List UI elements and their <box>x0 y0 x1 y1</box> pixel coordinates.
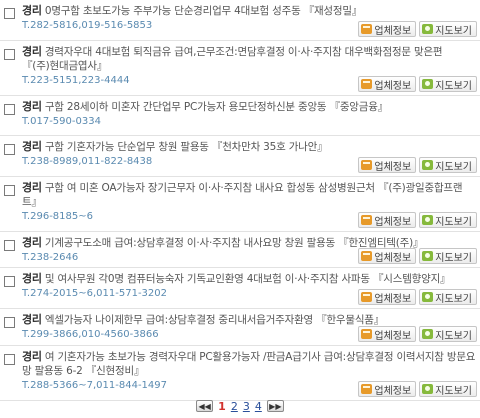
prev-page-button[interactable]: ◀◀ <box>196 400 214 412</box>
listing-list: 경리 0명구함 초보도가능 주부가능 단순경리업무 4대보험 성주동 『재성정밀』… <box>0 0 480 401</box>
company-info-icon <box>361 160 373 170</box>
map-view-button[interactable]: 지도보기 <box>419 76 477 92</box>
select-checkbox[interactable] <box>4 185 15 196</box>
listing-actions: 업체정보 지도보기 <box>358 212 477 228</box>
map-view-button[interactable]: 지도보기 <box>419 21 477 37</box>
listing-category: 경리 <box>22 181 42 194</box>
map-view-button[interactable]: 지도보기 <box>419 326 477 342</box>
select-checkbox[interactable] <box>4 317 15 328</box>
map-icon <box>422 329 434 339</box>
map-icon <box>422 160 434 170</box>
listing-category: 경리 <box>22 272 42 285</box>
company-info-icon <box>361 251 373 261</box>
listing-actions: 업체정보 지도보기 <box>358 326 477 342</box>
list-item: 경리 여 기혼자가능 초보가능 경력자우대 PC활용가능자 /판금A급기사 급여:… <box>0 346 480 401</box>
listing-category: 경리 <box>22 313 42 326</box>
map-icon <box>422 79 434 89</box>
select-checkbox[interactable] <box>4 276 15 287</box>
page-link[interactable]: 4 <box>255 400 262 413</box>
listing-category: 경리 <box>22 236 42 249</box>
listing-category: 경리 <box>22 4 42 17</box>
listing-text: 경리 및 여사무원 각0명 컴퓨터능숙자 기독교인환영 4대보험 이·사·주지참 … <box>22 272 451 285</box>
listing-text: 경리 구함 28세이하 미혼자 간단업무 PC가능자 용모단정하신분 중앙동 『중… <box>22 100 388 113</box>
list-item: 경리 엑셀가능자 나이제한무 급여:상담후결정 중리내서읍거주자환영 『한우물식품… <box>0 309 480 346</box>
listing-text: 경리 0명구함 초보도가능 주부가능 단순경리업무 4대보험 성주동 『재성정밀』 <box>22 4 363 17</box>
listing-category: 경리 <box>22 140 42 153</box>
listing-actions: 업체정보 지도보기 <box>358 289 477 305</box>
company-info-icon <box>361 329 373 339</box>
select-checkbox[interactable] <box>4 49 15 60</box>
listing-actions: 업체정보 지도보기 <box>358 381 477 397</box>
listing-text: 경리 구함 기혼자가능 단순업무 창원 팔용동 『천차만차 35호 가나안』 <box>22 140 328 153</box>
map-icon <box>422 384 434 394</box>
map-view-button[interactable]: 지도보기 <box>419 248 477 264</box>
map-icon <box>422 292 434 302</box>
page-link[interactable]: 2 <box>231 400 238 413</box>
list-item: 경리 및 여사무원 각0명 컴퓨터능숙자 기독교인환영 4대보험 이·사·주지참 … <box>0 268 480 309</box>
listing-actions: 업체정보 지도보기 <box>358 248 477 264</box>
map-view-button[interactable]: 지도보기 <box>419 212 477 228</box>
list-item: 경리 기계공구도소매 급여:상담후결정 이·사·주지참 내사요망 창원 팔용동 『… <box>0 232 480 268</box>
map-icon <box>422 215 434 225</box>
company-info-button[interactable]: 업체정보 <box>358 326 417 342</box>
listing-actions: 업체정보 지도보기 <box>358 21 477 37</box>
listing-text: 경리 여 기혼자가능 초보가능 경력자우대 PC활용가능자 /판금A급기사 급여:… <box>22 350 476 377</box>
list-item: 경리 구함 28세이하 미혼자 간단업무 PC가능자 용모단정하신분 중앙동 『중… <box>0 96 480 136</box>
company-info-button[interactable]: 업체정보 <box>358 212 417 228</box>
company-info-button[interactable]: 업체정보 <box>358 381 417 397</box>
map-icon <box>422 251 434 261</box>
map-view-button[interactable]: 지도보기 <box>419 289 477 305</box>
company-info-icon <box>361 24 373 34</box>
listing-text: 경리 구함 여 미혼 OA가능자 장기근무자 이·사·주지참 내사요 합성동 삼성… <box>22 181 463 208</box>
company-info-button[interactable]: 업체정보 <box>358 248 417 264</box>
listing-category: 경리 <box>22 45 42 58</box>
select-checkbox[interactable] <box>4 104 15 115</box>
page-link-current[interactable]: 1 <box>218 400 226 413</box>
map-icon <box>422 24 434 34</box>
list-item: 경리 구함 기혼자가능 단순업무 창원 팔용동 『천차만차 35호 가나안』 T.… <box>0 136 480 177</box>
company-info-button[interactable]: 업체정보 <box>358 157 417 173</box>
company-info-button[interactable]: 업체정보 <box>358 289 417 305</box>
company-info-button[interactable]: 업체정보 <box>358 76 417 92</box>
company-info-icon <box>361 79 373 89</box>
listing-actions: 업체정보 지도보기 <box>358 157 477 173</box>
list-item: 경리 경력자우대 4대보험 퇴직금유 급여,근무조건:면담후결정 이·사·주지참 … <box>0 41 480 96</box>
list-item: 경리 구함 여 미혼 OA가능자 장기근무자 이·사·주지참 내사요 합성동 삼성… <box>0 177 480 232</box>
listing-category: 경리 <box>22 350 42 363</box>
select-checkbox[interactable] <box>4 354 15 365</box>
select-checkbox[interactable] <box>4 8 15 19</box>
company-info-icon <box>361 384 373 394</box>
map-view-button[interactable]: 지도보기 <box>419 157 477 173</box>
next-page-button[interactable]: ▶▶ <box>266 400 284 412</box>
listing-text: 경리 경력자우대 4대보험 퇴직금유 급여,근무조건:면담후결정 이·사·주지참 … <box>22 45 443 72</box>
company-info-icon <box>361 215 373 225</box>
listing-phone: T.017-590-0334 <box>22 116 101 127</box>
listing-actions: 업체정보 지도보기 <box>358 76 477 92</box>
listing-category: 경리 <box>22 100 42 113</box>
select-checkbox[interactable] <box>4 144 15 155</box>
company-info-icon <box>361 292 373 302</box>
listing-text: 경리 엑셀가능자 나이제한무 급여:상담후결정 중리내서읍거주자환영 『한우물식품… <box>22 313 385 326</box>
select-checkbox[interactable] <box>4 240 15 251</box>
company-info-button[interactable]: 업체정보 <box>358 21 417 37</box>
pagination: ◀◀ 1 2 3 4 ▶▶ <box>0 398 480 414</box>
list-item: 경리 0명구함 초보도가능 주부가능 단순경리업무 4대보험 성주동 『재성정밀』… <box>0 0 480 41</box>
map-view-button[interactable]: 지도보기 <box>419 381 477 397</box>
page-link[interactable]: 3 <box>243 400 250 413</box>
